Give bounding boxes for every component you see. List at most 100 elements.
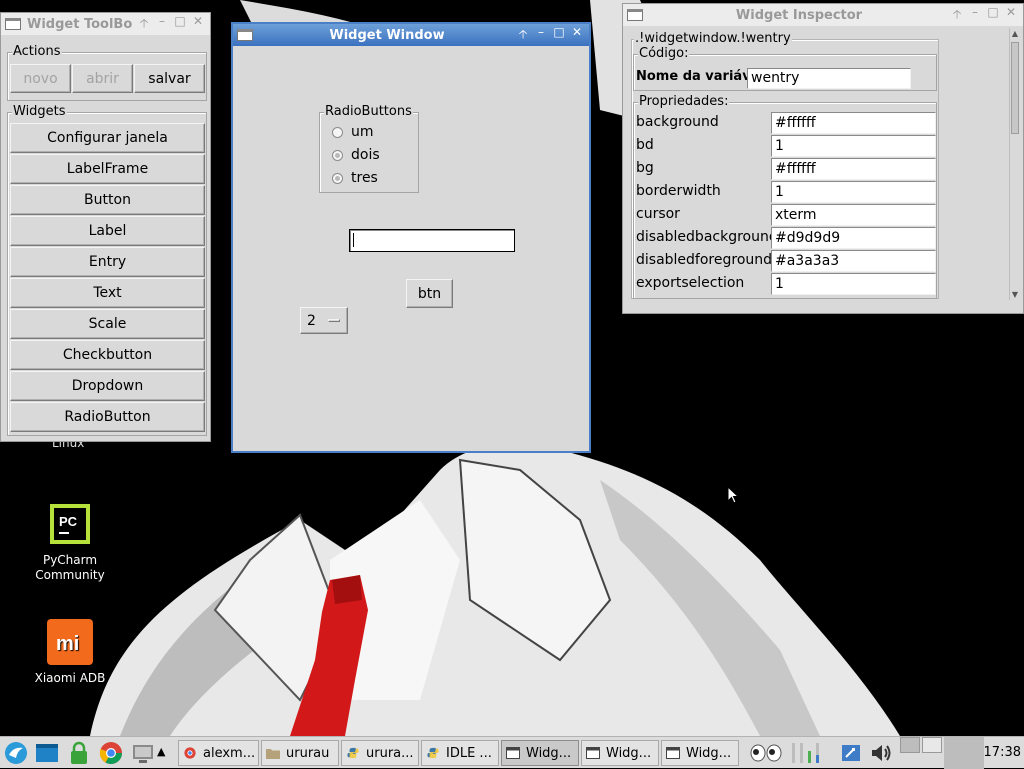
inspector-scrollbar[interactable]: ▲ ▼	[1009, 28, 1022, 300]
screenshot-tool-icon[interactable]	[131, 741, 155, 765]
widget-window: Widget Window 🡡 – □ ✕ RadioButtons um do…	[231, 22, 591, 453]
window-icon	[666, 747, 680, 759]
save-button[interactable]: salvar	[134, 64, 205, 93]
xiaomi-icon: mi	[47, 619, 93, 665]
add-configure-window-button[interactable]: Configurar janela	[10, 123, 205, 153]
network-icon[interactable]	[840, 741, 862, 765]
show-desktop-icon[interactable]	[35, 741, 59, 765]
radio-label: dois	[351, 147, 380, 163]
add-text-button[interactable]: Text	[10, 278, 205, 308]
add-entry-button[interactable]: Entry	[10, 247, 205, 277]
desktop-icon-label: Xiaomi ADB	[34, 671, 106, 685]
pin-icon[interactable]: 🡡	[515, 25, 531, 46]
close-icon[interactable]: ✕	[190, 14, 206, 35]
cpu-monitor-icon	[792, 743, 819, 763]
minimize-icon[interactable]: –	[533, 25, 549, 46]
taskbar-task-idle[interactable]: IDLE ...	[421, 740, 499, 766]
new-button[interactable]: novo	[10, 64, 71, 93]
svg-text:mi: mi	[56, 633, 79, 655]
property-value-field[interactable]: 1	[771, 273, 936, 295]
widgets-frame-label: Widgets	[12, 104, 67, 120]
task-label: urura...	[366, 745, 414, 761]
property-name: disabledbackground	[636, 229, 778, 245]
chrome-icon[interactable]	[99, 741, 123, 765]
toolbox-titlebar[interactable]: Widget ToolBo 🡡 – □ ✕	[1, 13, 210, 35]
toolbox-window: Widget ToolBo 🡡 – □ ✕ Actions novo abrir…	[0, 12, 211, 442]
svg-text:PC: PC	[59, 514, 78, 529]
workspace-2[interactable]	[922, 737, 942, 753]
text-entry[interactable]	[349, 229, 515, 252]
property-value-field[interactable]: #ffffff	[771, 112, 936, 134]
property-value-field[interactable]: #ffffff	[771, 158, 936, 180]
taskbar-task-widget-toolbox[interactable]: Widg...	[661, 740, 739, 766]
maximize-icon[interactable]: □	[551, 25, 567, 46]
task-label: Widg...	[526, 745, 572, 761]
lock-screen-icon[interactable]	[67, 741, 91, 765]
radiobuttons-frame-label: RadioButtons	[324, 104, 413, 120]
window-title: Widget Window	[329, 27, 445, 43]
workspace-1[interactable]	[900, 737, 920, 753]
minimize-icon[interactable]: –	[967, 5, 983, 26]
radio-label: tres	[351, 170, 378, 186]
task-label: Widg...	[686, 745, 732, 761]
scroll-down-arrow-icon[interactable]: ▼	[1010, 290, 1020, 299]
property-value-field[interactable]: 1	[771, 181, 936, 203]
add-checkbutton-button[interactable]: Checkbutton	[10, 340, 205, 370]
property-name: borderwidth	[636, 183, 721, 199]
open-button[interactable]: abrir	[72, 64, 133, 93]
property-name: bg	[636, 160, 654, 176]
add-button-button[interactable]: Button	[10, 185, 205, 215]
window-icon	[237, 29, 253, 41]
pin-icon[interactable]: 🡡	[949, 5, 965, 26]
add-scale-button[interactable]: Scale	[10, 309, 205, 339]
add-radiobutton-button[interactable]: RadioButton	[10, 402, 205, 432]
radio-label: um	[351, 124, 374, 140]
desktop-icon-xiaomi-adb[interactable]: mi Xiaomi ADB	[15, 619, 125, 686]
taskbar-task-widget-inspector[interactable]: Widg...	[581, 740, 659, 766]
taskbar-task-folder[interactable]: ururau	[261, 740, 339, 766]
taskbar-task-chrome[interactable]: alexm...	[178, 740, 259, 766]
inspector-titlebar[interactable]: Widget Inspector 🡡 – □ ✕	[623, 4, 1023, 26]
add-labelframe-button[interactable]: LabelFrame	[10, 154, 205, 184]
overflow-chevron-icon[interactable]: ▲	[157, 745, 165, 758]
desktop-icon-pycharm[interactable]: PC PyCharm Community	[15, 501, 125, 583]
property-name: disabledforeground	[636, 252, 773, 268]
radio-option-tres[interactable]: tres	[332, 170, 378, 186]
window-icon	[586, 747, 600, 759]
btn-button[interactable]: btn	[406, 279, 453, 308]
radio-indicator[interactable]	[332, 172, 343, 184]
maximize-icon[interactable]: □	[985, 5, 1001, 26]
property-value-field[interactable]: #a3a3a3	[771, 250, 936, 272]
pycharm-icon: PC	[47, 501, 93, 547]
property-value-field[interactable]: #d9d9d9	[771, 227, 936, 249]
radio-option-dois[interactable]: dois	[332, 147, 380, 163]
application-menu-icon[interactable]	[4, 741, 28, 765]
widget-window-titlebar[interactable]: Widget Window 🡡 – □ ✕	[233, 24, 589, 46]
scroll-up-arrow-icon[interactable]: ▲	[1010, 29, 1020, 38]
task-label: Widg...	[606, 745, 652, 761]
desktop-icon-label: PyCharm	[42, 553, 98, 567]
taskbar-task-widget-window[interactable]: Widg...	[501, 740, 579, 766]
clock[interactable]: 17:38	[984, 737, 1021, 769]
volume-icon[interactable]	[870, 741, 894, 765]
close-icon[interactable]: ✕	[1003, 5, 1019, 26]
radio-indicator[interactable]	[332, 126, 343, 138]
radio-option-um[interactable]: um	[332, 124, 374, 140]
property-value-field[interactable]: xterm	[771, 204, 936, 226]
add-label-button[interactable]: Label	[10, 216, 205, 246]
pin-icon[interactable]: 🡡	[136, 14, 152, 35]
radio-indicator[interactable]	[332, 149, 343, 161]
variable-name-field[interactable]: wentry	[747, 68, 911, 89]
maximize-icon[interactable]: □	[172, 14, 188, 35]
dropdown-menu[interactable]: 2	[300, 307, 348, 334]
dropdown-indicator-icon	[328, 319, 340, 322]
dropdown-value: 2	[307, 312, 316, 329]
scrollbar-thumb[interactable]	[1011, 42, 1019, 134]
close-icon[interactable]: ✕	[569, 25, 585, 46]
taskbar-task-python-file[interactable]: urura...	[341, 740, 419, 766]
add-dropdown-button[interactable]: Dropdown	[10, 371, 205, 401]
workspace-pager[interactable]	[900, 737, 944, 769]
minimize-icon[interactable]: –	[154, 14, 170, 35]
property-value-field[interactable]: 1	[771, 135, 936, 157]
chrome-icon	[184, 747, 196, 759]
